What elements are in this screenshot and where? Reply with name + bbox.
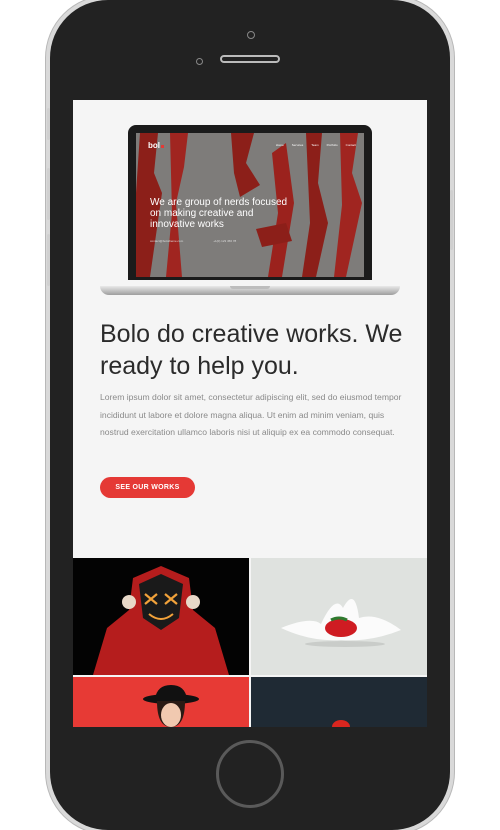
masked-figure-image — [73, 558, 249, 675]
laptop-display: bol Home Services Team Portfolio Contact… — [136, 133, 364, 277]
woman-in-hat-image — [73, 677, 249, 727]
preview-nav-item[interactable]: Home — [276, 143, 284, 147]
page-headline: Bolo do creative works. We ready to help… — [100, 320, 403, 380]
gallery-item-strawberry-splash[interactable] — [251, 558, 427, 675]
earpiece-speaker — [220, 55, 280, 63]
preview-nav-item[interactable]: Team — [311, 143, 318, 147]
preview-logo: bol — [148, 141, 164, 150]
home-button[interactable] — [216, 740, 284, 808]
volume-down-button — [47, 234, 50, 286]
volume-up-button — [47, 168, 50, 220]
gallery-item-dark-red-object[interactable] — [251, 677, 427, 727]
see-our-works-button[interactable]: SEE OUR WORKS — [100, 477, 195, 498]
phone-screen: bol Home Services Team Portfolio Contact… — [73, 100, 427, 727]
gallery-item-masked-figure[interactable] — [73, 558, 249, 675]
laptop-notch — [230, 286, 270, 289]
intro-paragraph: Lorem ipsum dolor sit amet, consectetur … — [100, 392, 402, 437]
power-button — [450, 190, 453, 250]
strawberry-splash-image — [251, 558, 427, 675]
preview-nav-item[interactable]: Services — [292, 143, 304, 147]
front-camera — [247, 31, 255, 39]
preview-heading: We are group of nerds focused on making … — [150, 197, 288, 230]
proximity-sensor — [196, 58, 203, 65]
preview-nav-item[interactable]: Contact — [346, 143, 356, 147]
gallery-item-woman-in-hat[interactable] — [73, 677, 249, 727]
preview-email: contact@bolotheme.com — [150, 239, 184, 243]
preview-contact: contact@bolotheme.com +1(0) 123 456 78 — [150, 239, 236, 243]
laptop-mockup: bol Home Services Team Portfolio Contact… — [128, 125, 372, 280]
preview-nav-item[interactable]: Portfolio — [327, 143, 338, 147]
preview-nav: Home Services Team Portfolio Contact — [276, 143, 356, 147]
silent-switch — [47, 108, 50, 140]
preview-phone: +1(0) 123 456 78 — [213, 239, 237, 243]
dark-red-object-image — [251, 677, 427, 727]
